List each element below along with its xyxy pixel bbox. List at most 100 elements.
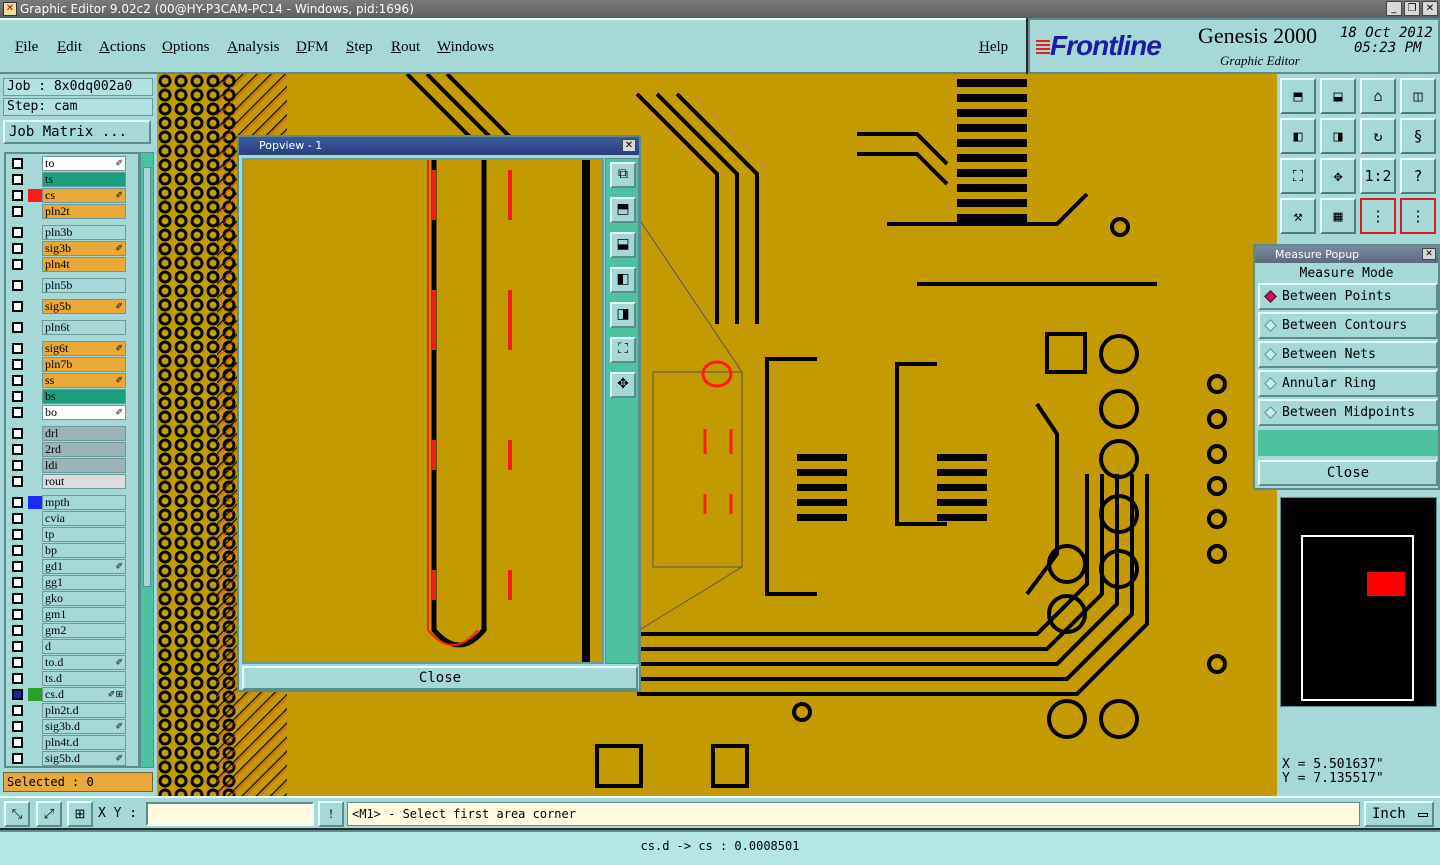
layer-row-gd1[interactable]: gd1 ✐ (8, 559, 128, 574)
layer-name[interactable]: gm1 (42, 607, 126, 622)
layer-checkbox[interactable] (12, 561, 23, 572)
measure-titlebar[interactable]: Measure Popup ✕ (1255, 246, 1438, 263)
layer-row-rout[interactable]: rout (8, 474, 128, 489)
layer-row-ts-d[interactable]: ts.d (8, 671, 128, 686)
layer-checkbox[interactable] (12, 529, 23, 540)
layer-checkbox[interactable] (12, 476, 23, 487)
layer-row-sig3b[interactable]: sig3b ✐ (8, 241, 128, 256)
layer-row-to-d[interactable]: to.d ✐ (8, 655, 128, 670)
zoom-out-icon[interactable]: ◨ (1320, 118, 1356, 154)
layer-row-pln3b[interactable]: pln3b (8, 225, 128, 240)
layer-row-gko[interactable]: gko (8, 591, 128, 606)
layer-row-pln2t[interactable]: pln2t (8, 204, 128, 219)
layer-list-scrollbar[interactable] (140, 152, 154, 768)
layer-checkbox[interactable] (12, 545, 23, 556)
tools-icon[interactable]: ⚒ (1280, 198, 1316, 234)
popview-close-icon[interactable]: ✕ (622, 139, 636, 152)
layer-row-ldi[interactable]: ldi (8, 458, 128, 473)
layer-name[interactable]: cvia (42, 511, 126, 526)
layer-checkbox[interactable] (12, 343, 23, 354)
layer-name[interactable]: pln4t.d (42, 735, 126, 750)
layer-name[interactable]: cs ✐ (42, 188, 126, 203)
layer-checkbox[interactable] (12, 705, 23, 716)
layer-name[interactable]: pln4t (42, 257, 126, 272)
measure-annular-ring[interactable]: Annular Ring (1258, 370, 1438, 397)
save-icon[interactable]: ⬓ (1320, 78, 1356, 114)
help-icon[interactable]: ? (1400, 158, 1436, 194)
layer-name[interactable]: pln2t.d (42, 703, 126, 718)
layer-name[interactable]: pln6t (42, 320, 126, 335)
layer-row-mpth[interactable]: mpth (8, 495, 128, 510)
popview-titlebar[interactable]: Popview - 1 ✕ (239, 137, 639, 155)
layer-row-sig5b[interactable]: sig5b ✐ (8, 299, 128, 314)
layer-row-to[interactable]: to ✐ (8, 156, 128, 171)
layer-checkbox[interactable] (12, 657, 23, 668)
snap-icon[interactable]: § (1400, 118, 1436, 154)
layer-checkbox[interactable] (12, 577, 23, 588)
minimap-viewport[interactable] (1367, 572, 1405, 596)
menu-actions[interactable]: Actions (99, 39, 146, 56)
layer-name[interactable]: bs (42, 389, 126, 404)
layer-row-cs[interactable]: cs ✐ (8, 188, 128, 203)
layer-name[interactable]: drl (42, 426, 126, 441)
layer-name[interactable]: ts (42, 172, 126, 187)
scale-button[interactable]: 1:2 (1360, 158, 1396, 194)
popview-window-icon[interactable]: ⧉ (610, 162, 636, 188)
layer-checkbox[interactable] (12, 301, 23, 312)
layer-row-2rd[interactable]: 2rd (8, 442, 128, 457)
layer-row-sig6t[interactable]: sig6t ✐ (8, 341, 128, 356)
layer-row-gm1[interactable]: gm1 (8, 607, 128, 622)
layer-row-bp[interactable]: bp (8, 543, 128, 558)
layer-checkbox[interactable] (12, 359, 23, 370)
layers-icon[interactable]: ⋮ (1360, 198, 1396, 234)
measure-between-contours[interactable]: Between Contours (1258, 312, 1438, 339)
layer-checkbox[interactable] (12, 407, 23, 418)
popview-canvas[interactable] (242, 158, 604, 664)
layer-name[interactable]: pln3b (42, 225, 126, 240)
layer-checkbox[interactable] (12, 391, 23, 402)
menu-help[interactable]: Help (979, 39, 1008, 56)
layer-row-pln2t-d[interactable]: pln2t.d (8, 703, 128, 718)
job-matrix-button[interactable]: Job Matrix ... (3, 120, 151, 144)
rotate-icon[interactable]: ↻ (1360, 118, 1396, 154)
layer-name[interactable]: gko (42, 591, 126, 606)
units-select[interactable]: Inch (1364, 801, 1434, 827)
layer-name[interactable]: sig5b ✐ (42, 299, 126, 314)
maximize-button[interactable]: ❐ (1404, 1, 1420, 16)
layer-name[interactable]: gm2 (42, 623, 126, 638)
layer-row-cvia[interactable]: cvia (8, 511, 128, 526)
fit-icon[interactable]: ⛶ (1280, 158, 1316, 194)
layer-checkbox[interactable] (12, 689, 23, 700)
measure-between-nets[interactable]: Between Nets (1258, 341, 1438, 368)
menu-file[interactable]: File (15, 39, 38, 56)
layer-name[interactable]: pln2t (42, 204, 126, 219)
layer-name[interactable]: sig6t ✐ (42, 341, 126, 356)
layer-checkbox[interactable] (12, 641, 23, 652)
layer-row-ts[interactable]: ts (8, 172, 128, 187)
layer-checkbox[interactable] (12, 753, 23, 764)
layer-name[interactable]: tp (42, 527, 126, 542)
layer-name[interactable]: sig3b.d ✐ (42, 719, 126, 734)
layer-checkbox[interactable] (12, 513, 23, 524)
layer-name[interactable]: ldi (42, 458, 126, 473)
layer-name[interactable]: pln7b (42, 357, 126, 372)
layer-name[interactable]: to.d ✐ (42, 655, 126, 670)
layer-row-tp[interactable]: tp (8, 527, 128, 542)
popview-zoom-in-icon[interactable]: ◧ (610, 267, 636, 293)
open-icon[interactable]: ⬒ (1280, 78, 1316, 114)
scrollbar-thumb[interactable] (143, 167, 151, 587)
layer-name[interactable]: cs.d ✐⊞ (42, 687, 126, 702)
grid-icon[interactable]: ▦ (1320, 198, 1356, 234)
layer-row-gm2[interactable]: gm2 (8, 623, 128, 638)
layer-checkbox[interactable] (12, 174, 23, 185)
layer-name[interactable]: ss ✐ (42, 373, 126, 388)
layer-row-cs-d[interactable]: cs.d ✐⊞ (8, 687, 128, 702)
layer-checkbox[interactable] (12, 673, 23, 684)
layer-name[interactable]: ts.d (42, 671, 126, 686)
layer-row-ss[interactable]: ss ✐ (8, 373, 128, 388)
layer-name[interactable]: gg1 (42, 575, 126, 590)
close-window-button[interactable]: ✕ (1422, 1, 1438, 16)
layer-checkbox[interactable] (12, 280, 23, 291)
measure-close-icon[interactable]: ✕ (1422, 248, 1436, 260)
layer-name[interactable]: to ✐ (42, 156, 126, 171)
